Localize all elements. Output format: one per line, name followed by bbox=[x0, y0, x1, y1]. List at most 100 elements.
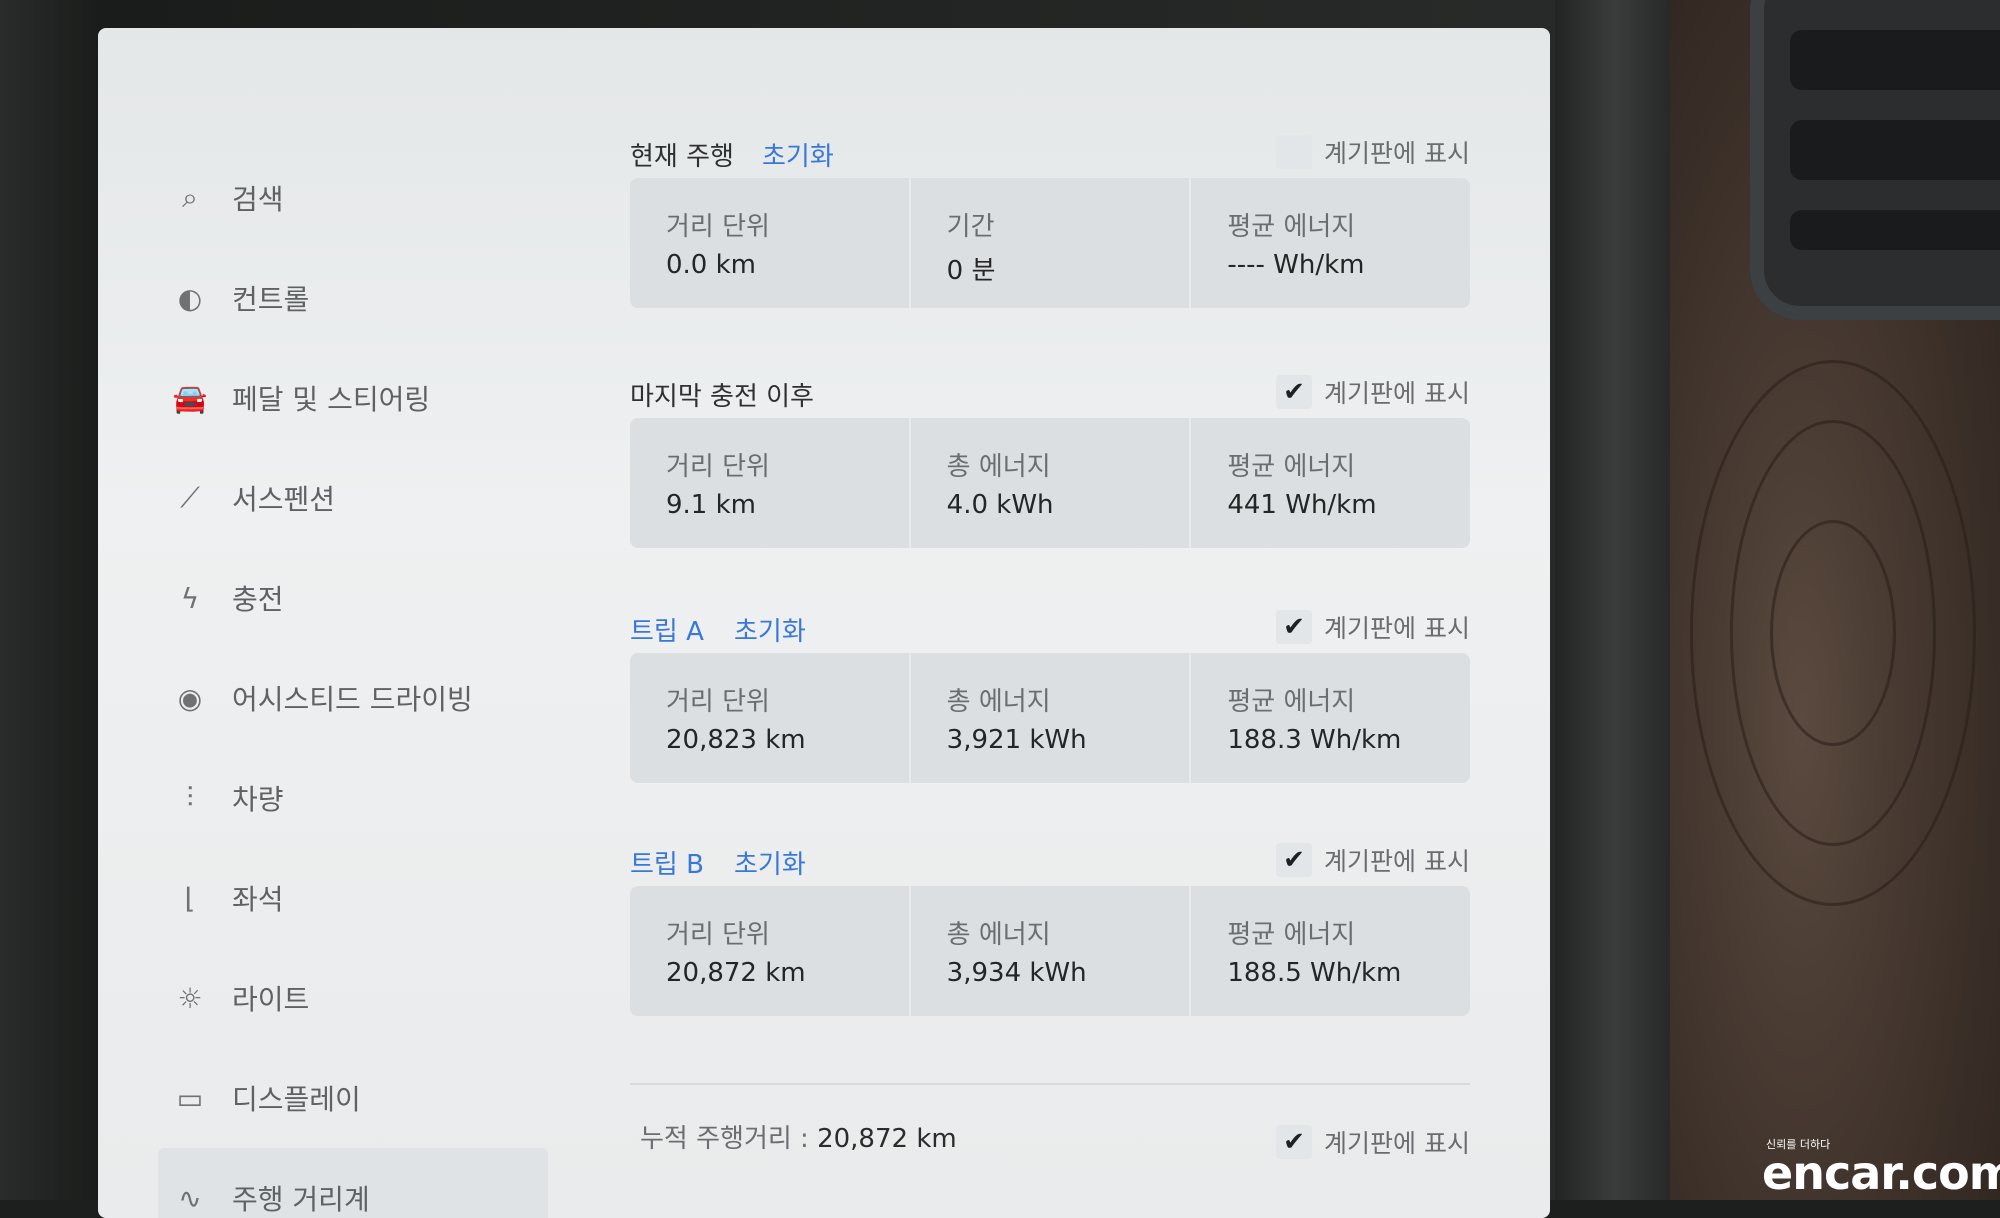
screen-bezel bbox=[1555, 0, 1675, 1200]
sidebar-item-vehicle[interactable]: ⫶ 차량 bbox=[168, 748, 588, 848]
stat-value: 9.1 km bbox=[666, 490, 756, 520]
stat-label: 평균 에너지 bbox=[1227, 687, 1356, 717]
sidebar-item-label: 차량 bbox=[232, 783, 284, 816]
bolt-icon: ϟ bbox=[180, 581, 200, 615]
section-title: 현재 주행 bbox=[630, 142, 734, 172]
sidebar-item-search[interactable]: ⌕ 검색 bbox=[168, 148, 588, 248]
odometer-label: 누적 주행거리 : bbox=[640, 1124, 818, 1154]
stat-cell: 평균 에너지 441 Wh/km bbox=[1191, 418, 1470, 548]
sidebar-item-controls[interactable]: ◐ 컨트롤 bbox=[168, 248, 588, 348]
stat-cell: 거리 단위 0.0 km bbox=[630, 178, 911, 308]
stat-label: 평균 에너지 bbox=[1227, 452, 1356, 482]
stat-label: 거리 단위 bbox=[666, 212, 770, 242]
sidebar-item-label: 디스플레이 bbox=[232, 1083, 361, 1116]
display-icon: ▭ bbox=[176, 1081, 204, 1115]
stat-cell: 총 에너지 3,921 kWh bbox=[911, 653, 1192, 783]
section-title: 마지막 충전 이후 bbox=[630, 382, 814, 412]
sidebar-item-label: 어시스티드 드라이빙 bbox=[232, 683, 473, 716]
check-icon[interactable]: ✔ bbox=[1276, 843, 1313, 877]
sidebar-item-display[interactable]: ▭ 디스플레이 bbox=[168, 1048, 588, 1148]
reset-current-drive-button[interactable]: 초기화 bbox=[762, 136, 834, 173]
divider bbox=[630, 1083, 1470, 1085]
watermark-brand: encar.com bbox=[1762, 1146, 2000, 1200]
sidebar-item-pedals-steering[interactable]: 🚘 페달 및 스티어링 bbox=[168, 348, 588, 448]
stat-label: 기간 bbox=[946, 212, 995, 242]
stat-cell: 평균 에너지 ---- Wh/km bbox=[1191, 178, 1470, 308]
show-on-dash-toggle[interactable]: 계기판에 표시 bbox=[1276, 134, 1470, 170]
stat-label: 거리 단위 bbox=[666, 920, 770, 950]
stats-card: 거리 단위 0.0 km 기간 0 분 평균 에너지 ---- Wh/km bbox=[630, 178, 1470, 308]
stat-cell: 평균 에너지 188.3 Wh/km bbox=[1191, 653, 1470, 783]
stat-value: 20,823 km bbox=[666, 725, 806, 755]
show-on-dash-toggle[interactable]: ✔ 계기판에 표시 bbox=[1276, 842, 1470, 878]
odometer-value: 20,872 km bbox=[817, 1124, 957, 1154]
sidebar-item-seats[interactable]: ⌊ 좌석 bbox=[168, 848, 588, 948]
stat-cell: 거리 단위 20,823 km bbox=[630, 653, 911, 783]
sidebar-item-label: 충전 bbox=[232, 583, 284, 616]
trip-icon: ∿ bbox=[178, 1181, 202, 1215]
reset-trip-a-button[interactable]: 초기화 bbox=[734, 611, 806, 648]
sidebar-item-assisted-driving[interactable]: ◉ 어시스티드 드라이빙 bbox=[168, 648, 588, 748]
section-title: 트립 B bbox=[630, 850, 704, 880]
suspension-icon: ⟋ bbox=[180, 481, 200, 514]
stat-value: 3,921 kWh bbox=[946, 725, 1087, 755]
show-on-dash-toggle[interactable]: ✔ 계기판에 표시 bbox=[1276, 374, 1470, 410]
sidebar-item-label: 주행 거리계 bbox=[232, 1183, 370, 1216]
show-on-dash-label: 계기판에 표시 bbox=[1324, 1129, 1470, 1158]
show-on-dash-label: 계기판에 표시 bbox=[1324, 847, 1470, 876]
watermark-logo: 신뢰를 더하다 encar.com bbox=[1762, 1128, 2000, 1200]
sidebar-item-trips[interactable]: ∿ 주행 거리계 bbox=[158, 1148, 548, 1218]
air-vent bbox=[1750, 0, 2000, 320]
sidebar-item-label: 페달 및 스티어링 bbox=[232, 383, 431, 416]
stat-label: 평균 에너지 bbox=[1227, 212, 1356, 242]
stat-label: 총 에너지 bbox=[946, 452, 1051, 482]
sidebar-item-label: 좌석 bbox=[232, 883, 284, 916]
stats-card: 거리 단위 20,872 km 총 에너지 3,934 kWh 평균 에너지 1… bbox=[630, 886, 1470, 1016]
stat-label: 거리 단위 bbox=[666, 687, 770, 717]
sidebar-item-lights[interactable]: ☼ 라이트 bbox=[168, 948, 588, 1048]
check-icon[interactable]: ✔ bbox=[1276, 1125, 1313, 1159]
sun-icon: ☼ bbox=[177, 981, 203, 1015]
section-title: 트립 A bbox=[630, 617, 704, 647]
reset-trip-b-button[interactable]: 초기화 bbox=[734, 844, 806, 881]
stat-value: 0.0 km bbox=[666, 250, 756, 280]
stat-value: 0 분 bbox=[946, 256, 996, 286]
stat-label: 평균 에너지 bbox=[1227, 920, 1356, 950]
show-on-dash-toggle[interactable]: ✔ 계기판에 표시 bbox=[1276, 609, 1470, 645]
stat-value: 4.0 kWh bbox=[946, 490, 1054, 520]
sidebar-item-suspension[interactable]: ⟋ 서스펜션 bbox=[168, 448, 588, 548]
odometer: 누적 주행거리 : 20,872 km bbox=[640, 1118, 957, 1155]
sidebar-item-label: 검색 bbox=[232, 183, 284, 216]
stat-cell: 총 에너지 4.0 kWh bbox=[911, 418, 1192, 548]
stat-value: 3,934 kWh bbox=[946, 958, 1087, 988]
settings-sidebar: ⌕ 검색 ◐ 컨트롤 🚘 페달 및 스티어링 ⟋ 서스펜션 ϟ 충전 ◉ 어시스… bbox=[158, 148, 588, 1218]
stat-value: 20,872 km bbox=[666, 958, 806, 988]
seat-icon: ⌊ bbox=[184, 881, 196, 915]
stat-value: 188.3 Wh/km bbox=[1227, 725, 1402, 755]
stat-value: 441 Wh/km bbox=[1227, 490, 1377, 520]
touchscreen: ⌕ 검색 ◐ 컨트롤 🚘 페달 및 스티어링 ⟋ 서스펜션 ϟ 충전 ◉ 어시스… bbox=[98, 28, 1550, 1218]
stat-value: 188.5 Wh/km bbox=[1227, 958, 1402, 988]
sidebar-item-charging[interactable]: ϟ 충전 bbox=[168, 548, 588, 648]
show-on-dash-label: 계기판에 표시 bbox=[1324, 614, 1470, 643]
show-on-dash-label: 계기판에 표시 bbox=[1324, 379, 1470, 408]
steering-wheel-icon: ◉ bbox=[177, 681, 203, 715]
toggle-icon: ◐ bbox=[177, 281, 203, 315]
show-on-dash-toggle[interactable]: ✔ 계기판에 표시 bbox=[1276, 1124, 1470, 1160]
sidebar-item-label: 서스펜션 bbox=[232, 483, 336, 516]
stat-cell: 기간 0 분 bbox=[911, 178, 1192, 308]
checkbox[interactable] bbox=[1276, 135, 1313, 169]
stat-value: ---- Wh/km bbox=[1227, 250, 1365, 280]
car-icon: 🚘 bbox=[172, 381, 208, 415]
stat-label: 총 에너지 bbox=[946, 687, 1051, 717]
sidebar-item-label: 라이트 bbox=[232, 983, 310, 1016]
check-icon[interactable]: ✔ bbox=[1276, 375, 1313, 409]
check-icon[interactable]: ✔ bbox=[1276, 610, 1313, 644]
stat-label: 거리 단위 bbox=[666, 452, 770, 482]
stat-cell: 총 에너지 3,934 kWh bbox=[911, 886, 1192, 1016]
stat-cell: 거리 단위 20,872 km bbox=[630, 886, 911, 1016]
stat-label: 총 에너지 bbox=[946, 920, 1051, 950]
search-icon: ⌕ bbox=[182, 181, 198, 214]
stat-cell: 평균 에너지 188.5 Wh/km bbox=[1191, 886, 1470, 1016]
stats-card: 거리 단위 9.1 km 총 에너지 4.0 kWh 평균 에너지 441 Wh… bbox=[630, 418, 1470, 548]
